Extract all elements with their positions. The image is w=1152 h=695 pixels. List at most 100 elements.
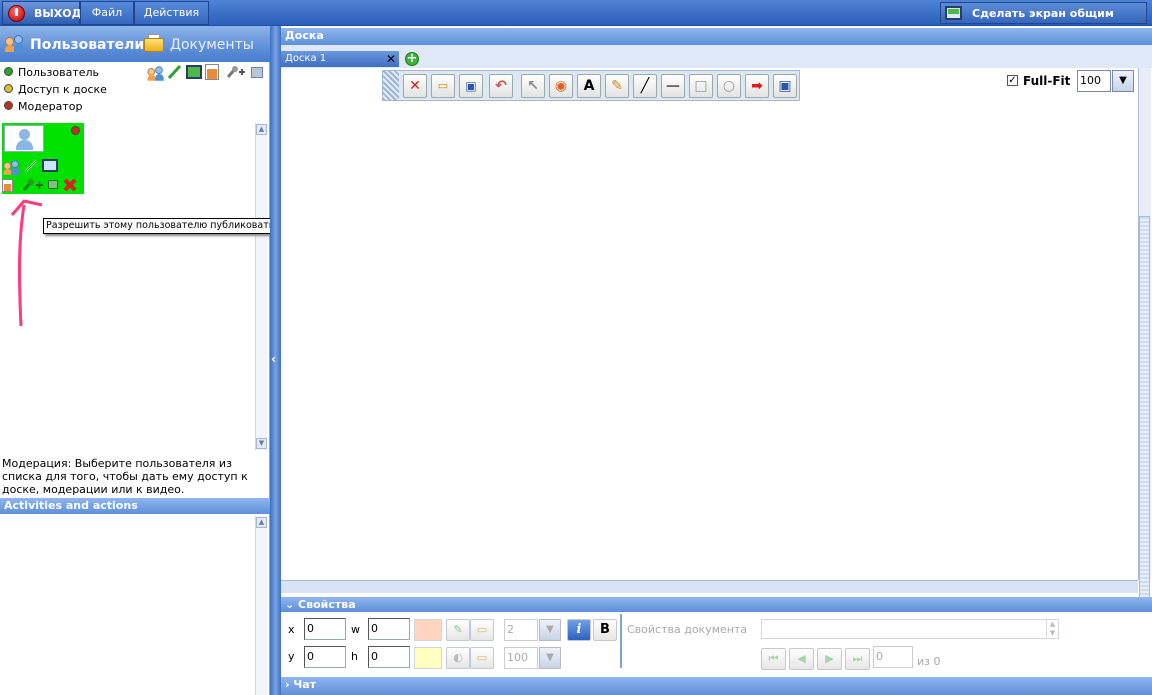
y-input[interactable]: 0	[304, 646, 346, 668]
underline-icon[interactable]: —	[661, 74, 685, 98]
page-of-label: из 0	[917, 655, 941, 668]
ellipse-icon[interactable]: ○	[717, 74, 741, 98]
activities-scrollbar[interactable]	[255, 516, 267, 695]
last-page-icon[interactable]: ⏭	[845, 648, 870, 670]
pen-icon[interactable]: ✎	[605, 74, 629, 98]
panel-collapse-handle[interactable]: ‹	[270, 26, 281, 695]
page-input[interactable]: 0	[873, 646, 913, 668]
camera-icon	[251, 67, 263, 78]
moderation-hint: Модерация: Выберите пользователя из спис…	[2, 457, 248, 496]
selection-dropdown-icon[interactable]: ▣	[773, 74, 797, 98]
power-icon	[8, 5, 25, 22]
legend-board-access: Доступ к доске	[18, 83, 107, 96]
undo-icon[interactable]: ↶	[489, 74, 513, 98]
opacity-dropdown-icon[interactable]: ▼	[539, 647, 561, 669]
screen-icon	[186, 65, 202, 79]
exit-label: ВЫХОД	[34, 7, 82, 20]
card-document-icon[interactable]	[2, 179, 13, 192]
vertical-scroll-thumb[interactable]	[1139, 216, 1150, 626]
toolbar-grip[interactable]	[383, 71, 399, 100]
fill-color-folder-icon[interactable]: ▭	[470, 647, 494, 669]
line-width-input[interactable]: 2	[504, 619, 538, 641]
arrow-icon[interactable]: ➡	[745, 74, 769, 98]
activities-scroll-up-icon[interactable]: ▲	[256, 517, 267, 528]
italic-button[interactable]: i	[567, 619, 591, 641]
opacity-input[interactable]: 100	[504, 647, 538, 669]
props-divider	[620, 614, 622, 668]
card-camera-icon[interactable]	[48, 180, 58, 189]
add-board-icon[interactable]: +	[405, 52, 419, 66]
rectangle-icon[interactable]: □	[689, 74, 713, 98]
x-input[interactable]: 0	[304, 618, 346, 640]
w-label: w	[351, 623, 360, 636]
card-pencil-icon[interactable]	[24, 159, 38, 173]
close-tab-icon[interactable]: ✕	[386, 51, 396, 67]
user-card[interactable]	[2, 123, 84, 194]
moderator-users-icon	[147, 66, 165, 81]
tab-documents[interactable]: Документы	[170, 37, 254, 53]
chevron-down-icon: ⌄	[285, 598, 299, 611]
line-color-pencil-icon[interactable]: ✎	[446, 619, 470, 641]
card-users-icon[interactable]	[3, 160, 21, 175]
drawing-toolbar: ✕ ▭ ▣ ↶ ↖ ◉ A ✎ ╱ — □ ○ ➡ ▣	[382, 70, 800, 101]
pencil-icon	[166, 64, 182, 80]
clear-icon[interactable]: ✕	[403, 74, 427, 98]
h-input[interactable]: 0	[368, 646, 410, 668]
h-label: h	[351, 650, 358, 663]
line-width-dropdown-icon[interactable]: ▼	[539, 619, 561, 641]
board-horizontal-scrollbar[interactable]	[281, 580, 1138, 593]
text-icon[interactable]: A	[577, 74, 601, 98]
card-remove-icon[interactable]	[62, 177, 78, 193]
doc-props-select[interactable]: ▲ ▼	[761, 619, 1059, 639]
menu-actions[interactable]: Действия	[134, 1, 209, 25]
annotation-arrow	[8, 193, 48, 333]
save-icon[interactable]: ▣	[459, 74, 483, 98]
user-avatar	[4, 125, 44, 152]
line-color-folder-icon[interactable]: ▭	[470, 619, 494, 641]
card-microphone-plus-icon[interactable]	[22, 178, 46, 192]
fill-color-swatch[interactable]	[414, 647, 442, 669]
line-icon[interactable]: ╱	[633, 74, 657, 98]
scroll-up-icon[interactable]: ▲	[256, 124, 267, 135]
pointer-icon[interactable]: ↖	[521, 74, 545, 98]
next-page-icon[interactable]: ▶	[817, 648, 842, 670]
zoom-dropdown-icon[interactable]: ▼	[1112, 70, 1134, 92]
legend-moderator: Модератор	[18, 100, 83, 113]
x-label: x	[288, 623, 295, 636]
activities-header: Activities and actions	[0, 498, 270, 514]
first-page-icon[interactable]: ⏮	[761, 648, 786, 670]
board-access-dot	[4, 84, 13, 93]
prev-page-icon[interactable]: ◀	[789, 648, 814, 670]
exit-button[interactable]: ВЫХОД	[2, 1, 82, 25]
new-document-icon[interactable]: ▭	[431, 74, 455, 98]
line-color-swatch[interactable]	[414, 619, 442, 641]
whiteboard-canvas[interactable]	[281, 68, 1138, 580]
user-moderator-dot	[71, 126, 80, 135]
board-tab-1[interactable]: Доска 1 ✕	[281, 51, 399, 67]
w-input[interactable]: 0	[368, 618, 410, 640]
fullfit-checkbox[interactable]: ✓	[1007, 75, 1018, 86]
users-icon	[5, 35, 25, 53]
y-label: y	[288, 650, 295, 663]
chat-title: Чат	[293, 678, 317, 691]
board-vertical-scrollbar[interactable]	[1138, 68, 1151, 626]
properties-title: Свойства	[298, 598, 356, 611]
fill-color-bucket-icon[interactable]: ◐	[446, 647, 470, 669]
scroll-down-icon[interactable]: ▼	[256, 438, 267, 449]
menu-file[interactable]: Файл	[80, 1, 134, 25]
share-screen-button[interactable]: Сделать экран общим	[940, 2, 1147, 24]
tab-users[interactable]: Пользователи	[30, 37, 144, 53]
user-status-dot	[4, 67, 13, 76]
bold-button[interactable]: B	[593, 619, 617, 641]
zoom-input[interactable]: 100	[1077, 70, 1111, 92]
properties-header[interactable]: ⌄ Свойства	[281, 597, 1152, 612]
board-header: Доска	[281, 28, 1152, 45]
user-list-scrollbar[interactable]	[255, 123, 267, 450]
document-icon	[205, 64, 219, 80]
pointer-circle-icon[interactable]: ◉	[549, 74, 573, 98]
card-screen-icon[interactable]	[42, 159, 58, 172]
doc-props-label: Свойства документа	[627, 623, 748, 636]
chat-header[interactable]: › Чат	[281, 677, 1152, 695]
microphone-plus-icon	[226, 65, 246, 79]
legend-user: Пользователь	[18, 66, 100, 79]
